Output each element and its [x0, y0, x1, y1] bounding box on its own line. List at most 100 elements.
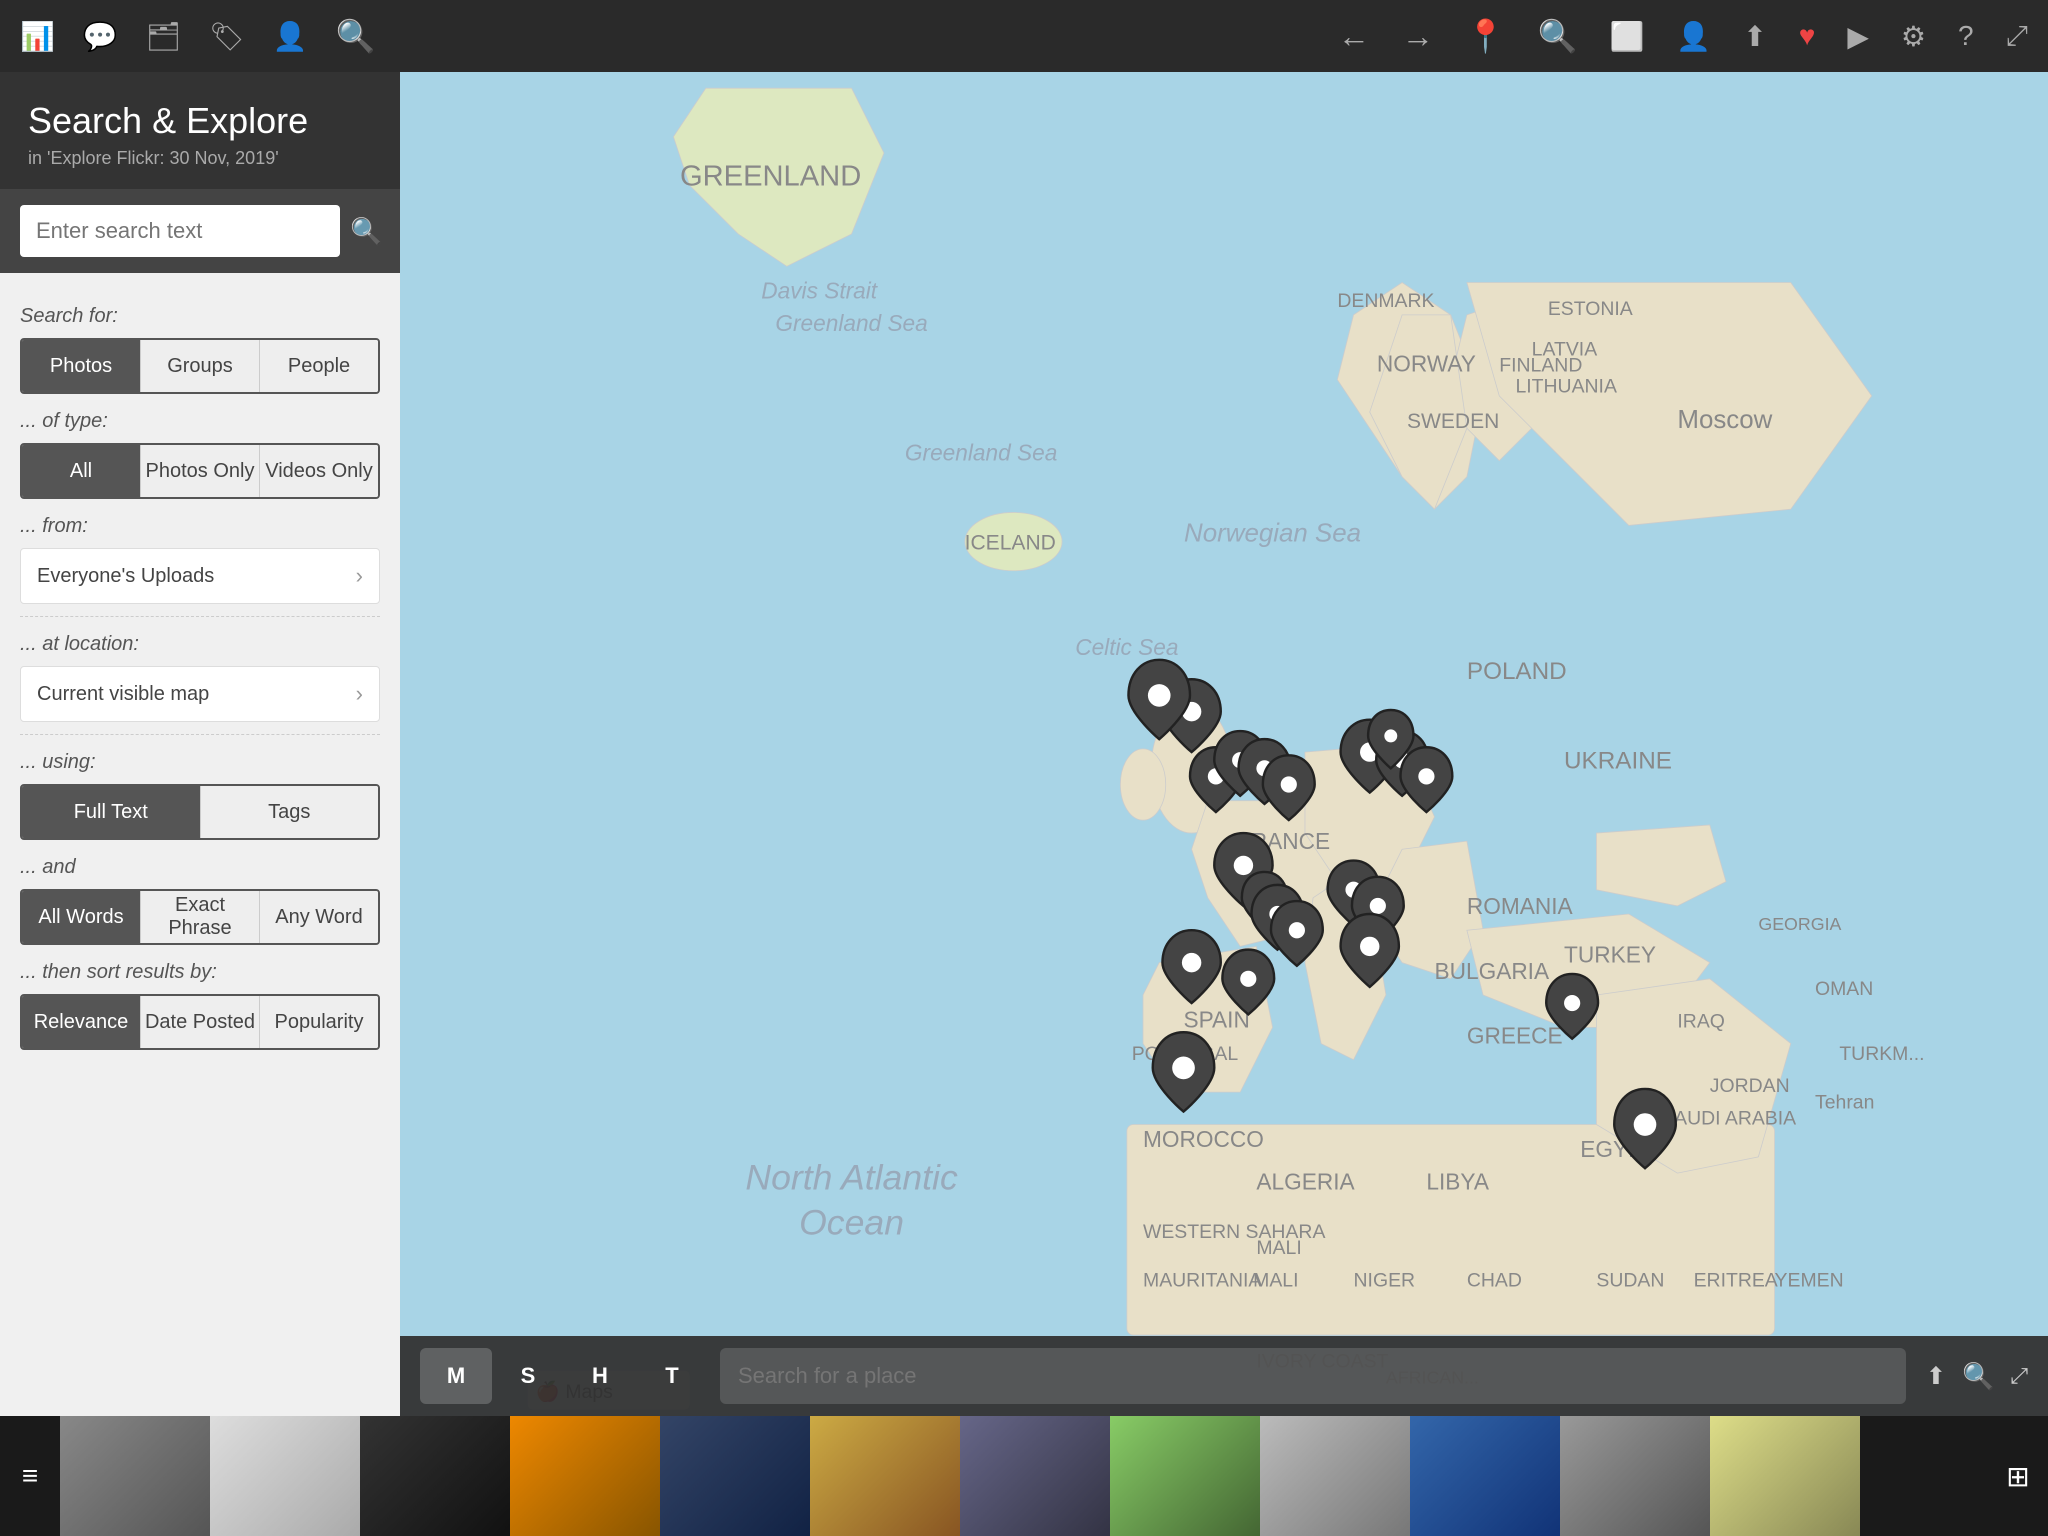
from-label: ... from: [20, 515, 380, 538]
svg-text:MALI: MALI [1253, 1269, 1298, 1291]
type-all[interactable]: All [22, 445, 141, 497]
svg-text:SPAIN: SPAIN [1184, 1006, 1250, 1032]
tab-photos[interactable]: Photos [22, 340, 141, 392]
sort-date-posted[interactable]: Date Posted [141, 996, 260, 1048]
strip-photo[interactable] [1260, 1416, 1410, 1536]
strip-photo[interactable] [1710, 1416, 1860, 1536]
forward-icon[interactable]: → [1402, 18, 1434, 55]
map-tab-h[interactable]: H [564, 1348, 636, 1404]
map-tab-m[interactable]: M [420, 1348, 492, 1404]
search-nav-icon[interactable]: 🔍 [1538, 17, 1578, 55]
search-for-toggle: Photos Groups People [20, 338, 380, 394]
svg-text:BULGARIA: BULGARIA [1435, 958, 1550, 984]
location-item[interactable]: Current visible map › [20, 666, 380, 722]
map-expand-icon[interactable]: ⤢ [2010, 1363, 2028, 1389]
map-search-icon[interactable]: 🔍 [1962, 1361, 1994, 1392]
svg-text:Tehran: Tehran [1815, 1091, 1874, 1113]
help-icon[interactable]: ? [1958, 20, 1974, 52]
map-area[interactable]: GREENLAND ICELAND NORWAY FINLAND SWEDEN … [400, 72, 2048, 1416]
svg-text:JORDAN: JORDAN [1710, 1075, 1790, 1097]
map-svg: GREENLAND ICELAND NORWAY FINLAND SWEDEN … [400, 72, 2048, 1416]
strip-photo[interactable] [810, 1416, 960, 1536]
type-photos-only[interactable]: Photos Only [141, 445, 260, 497]
tab-groups[interactable]: Groups [141, 340, 260, 392]
type-videos-only[interactable]: Videos Only [260, 445, 378, 497]
search-input[interactable] [20, 205, 340, 257]
svg-text:TURKM...: TURKM... [1839, 1043, 1924, 1065]
from-item[interactable]: Everyone's Uploads › [20, 548, 380, 604]
svg-text:Greenland Sea: Greenland Sea [775, 310, 927, 336]
svg-text:ROMANIA: ROMANIA [1467, 893, 1574, 919]
user-icon[interactable]: 👤 [1676, 20, 1711, 53]
svg-text:DENMARK: DENMARK [1337, 290, 1434, 312]
strip-photo[interactable] [60, 1416, 210, 1536]
svg-text:SWEDEN: SWEDEN [1407, 410, 1499, 433]
heart-icon[interactable]: ♥ [1799, 20, 1816, 52]
share-icon[interactable]: ⬆ [1743, 20, 1766, 53]
and-all-words[interactable]: All Words [22, 891, 141, 943]
toolbar-center-icons: ← → 📍 🔍 ⬜ 👤 ⬆ ♥ ▶ ⚙ ? ⤢ [1338, 17, 2028, 55]
comment-icon[interactable]: 💬 [83, 20, 118, 53]
svg-text:GEORGIA: GEORGIA [1758, 914, 1841, 934]
tab-people[interactable]: People [260, 340, 378, 392]
using-toggle: Full Text Tags [20, 784, 380, 840]
chevron-right-icon-2: › [356, 681, 363, 707]
search-area: 🔍 [0, 189, 400, 273]
svg-text:CHAD: CHAD [1467, 1269, 1522, 1291]
using-label: ... using: [20, 751, 380, 774]
svg-text:SUDAN: SUDAN [1596, 1269, 1664, 1291]
location-label: ... at location: [20, 633, 380, 656]
strip-photo[interactable] [960, 1416, 1110, 1536]
sort-relevance[interactable]: Relevance [22, 996, 141, 1048]
grid-button[interactable]: ⊞ [1988, 1416, 2048, 1536]
divider-1 [20, 616, 380, 617]
bar-chart-icon[interactable]: 📊 [20, 20, 55, 53]
strip-photo[interactable] [360, 1416, 510, 1536]
and-toggle: All Words Exact Phrase Any Word [20, 889, 380, 945]
strip-photo[interactable] [1410, 1416, 1560, 1536]
photos-icon[interactable]: 🗂 [146, 20, 182, 53]
using-fulltext[interactable]: Full Text [22, 786, 201, 838]
fullscreen-icon[interactable]: ⬜ [1610, 20, 1645, 53]
sidebar-subtitle: in 'Explore Flickr: 30 Nov, 2019' [28, 148, 372, 169]
strip-photo[interactable] [210, 1416, 360, 1536]
play-icon[interactable]: ▶ [1847, 20, 1869, 53]
svg-text:GREENLAND: GREENLAND [680, 160, 861, 192]
sidebar: Search & Explore in 'Explore Flickr: 30 … [0, 72, 400, 1416]
back-icon[interactable]: ← [1338, 18, 1370, 55]
menu-button[interactable]: ≡ [0, 1416, 60, 1536]
and-any-word[interactable]: Any Word [260, 891, 378, 943]
map-tab-s[interactable]: S [492, 1348, 564, 1404]
svg-text:ICELAND: ICELAND [965, 532, 1056, 555]
strip-photo[interactable] [660, 1416, 810, 1536]
svg-text:Celtic Sea: Celtic Sea [1075, 634, 1178, 660]
bottom-strip: ≡ ⊞ [0, 1416, 2048, 1536]
from-item-text: Everyone's Uploads [37, 565, 214, 588]
strip-photo[interactable] [510, 1416, 660, 1536]
svg-text:Moscow: Moscow [1677, 406, 1772, 434]
svg-text:Greenland Sea: Greenland Sea [905, 440, 1057, 466]
svg-text:North Atlantic: North Atlantic [745, 1157, 958, 1197]
using-tags[interactable]: Tags [201, 786, 379, 838]
and-exact-phrase[interactable]: Exact Phrase [141, 891, 260, 943]
tag-icon[interactable]: 🏷 [209, 20, 245, 53]
sort-toggle: Relevance Date Posted Popularity [20, 994, 380, 1050]
strip-photo[interactable] [1110, 1416, 1260, 1536]
sort-label: ... then sort results by: [20, 961, 380, 984]
expand-icon[interactable]: ⤢ [2006, 20, 2028, 53]
search-icon[interactable]: 🔍 [336, 17, 376, 55]
divider-2 [20, 734, 380, 735]
and-label: ... and [20, 856, 380, 879]
search-submit-button[interactable]: 🔍 [350, 207, 382, 255]
map-tab-t[interactable]: T [636, 1348, 708, 1404]
svg-text:ESTONIA: ESTONIA [1548, 298, 1633, 320]
svg-text:OMAN: OMAN [1815, 978, 1873, 1000]
person-icon[interactable]: 👤 [273, 20, 308, 53]
sort-popularity[interactable]: Popularity [260, 996, 378, 1048]
gear-icon[interactable]: ⚙ [1901, 20, 1926, 53]
strip-photo[interactable] [1560, 1416, 1710, 1536]
location-icon[interactable]: 📍 [1466, 17, 1506, 55]
svg-text:GREECE: GREECE [1467, 1023, 1563, 1049]
map-search-input[interactable] [720, 1348, 1906, 1404]
locate-icon[interactable]: ⬆ [1926, 1362, 1946, 1391]
